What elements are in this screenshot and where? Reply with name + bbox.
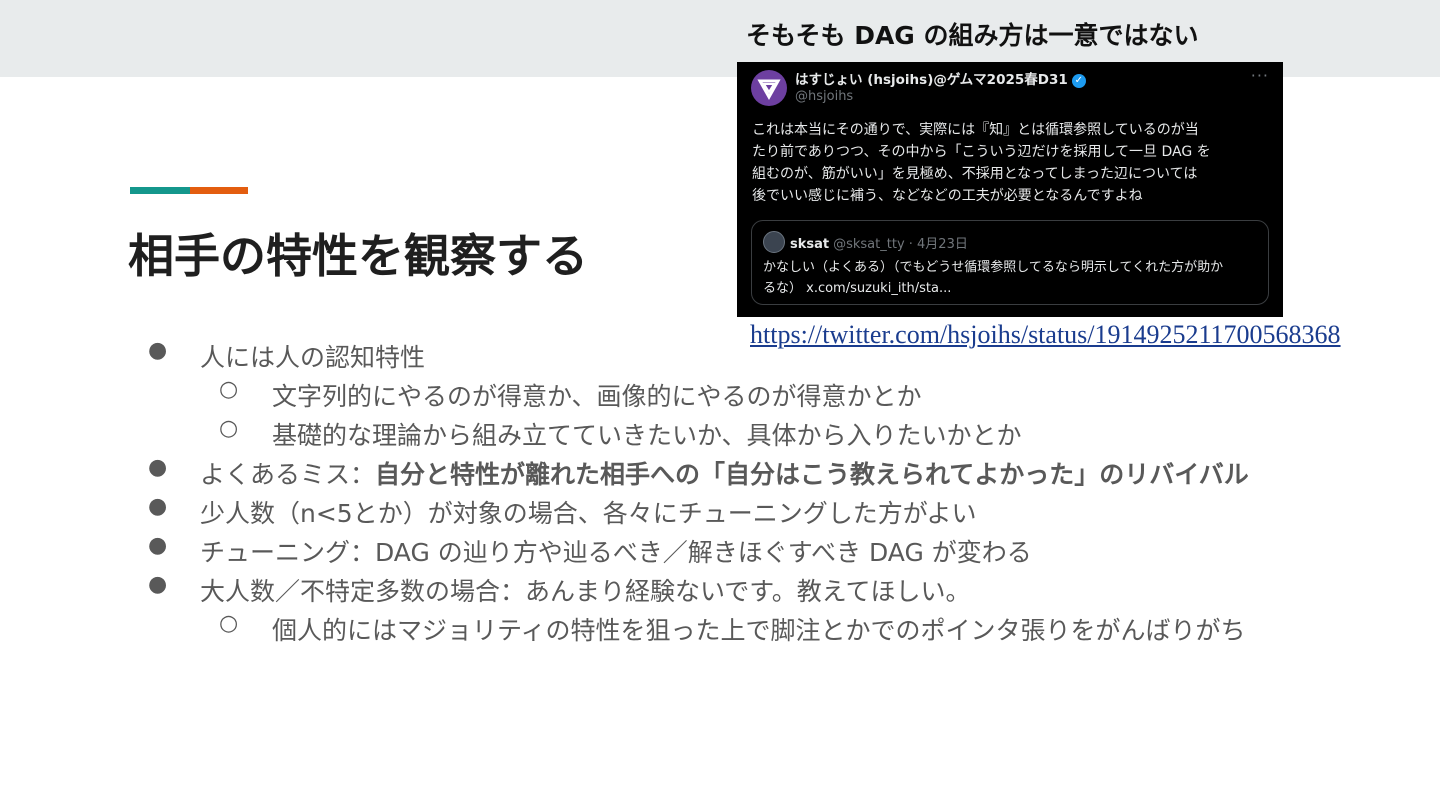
avatar (751, 70, 787, 106)
list-item-emphasis: 自分と特性が離れた相手への「自分はこう教えられてよかった」のリバイバル (375, 460, 1249, 489)
quote-body-line: るな） x.com/suzuki_ith/sta... (763, 281, 952, 296)
avatar-logo-icon (757, 79, 781, 101)
quoted-tweet: sksat @sksat_tty · 4月23日 かなしい（よくある）（でもどうせ… (751, 220, 1269, 305)
quote-handle-date: @sksat_tty · 4月23日 (833, 237, 968, 252)
tweet-body-line: これは本当にその通りで、実際には『知』とは循環参照しているのが当 (752, 122, 1199, 138)
quote-body-line: かなしい（よくある）（でもどうせ循環参照してるなら明示してくれた方が助か (763, 260, 1224, 275)
slide-title: 相手の特性を観察する (128, 229, 588, 283)
list-item-text: 文字列的にやるのが得意か、画像的にやるのが得意かとか (272, 382, 922, 411)
tweet-body-line: 後でいい感じに補う、などなどの工夫が必要となるんですよね (752, 188, 1143, 204)
screenshot-caption: そもそも DAG の組み方は一意ではない (746, 21, 1199, 50)
list-item-text: よくあるミス：自分と特性が離れた相手への「自分はこう教えられてよかった」のリバイ… (200, 455, 1249, 491)
tweet-author-name: はすじょい (hsjoihs)@ゲムマ2025春D31 ✓ (795, 68, 1086, 88)
quote-header: sksat @sksat_tty · 4月23日 (790, 233, 968, 252)
quote-author-name: sksat (790, 237, 830, 252)
list-item-text: 基礎的な理論から組み立てていきたいか、具体から入りたいかとか (272, 421, 1022, 450)
bullet-marker: ● (148, 338, 168, 363)
tweet-body-line: たり前でありつつ、その中から「こういう辺だけを採用して一旦 DAG を (752, 144, 1211, 160)
sub-bullet-marker: ○ (219, 377, 239, 402)
title-accent-orange (190, 187, 248, 194)
tweet-body-line: 組むのが、筋がいい」を見極め、不採用となってしまった辺については (752, 166, 1198, 182)
tweet-author-name-text: はすじょい (hsjoihs)@ゲムマ2025春D31 (795, 72, 1068, 88)
tweet-link[interactable]: https://twitter.com/hsjoihs/status/19149… (750, 320, 1341, 350)
list-item-text: 人には人の認知特性 (200, 343, 426, 372)
ellipsis-icon: ··· (1250, 66, 1269, 85)
quote-avatar (763, 231, 785, 253)
list-item-text: 個人的にはマジョリティの特性を狙った上で脚注とかでのポインタ張りをがんばりがち (272, 616, 1246, 645)
quote-body: かなしい（よくある）（でもどうせ循環参照してるなら明示してくれた方が助か るな）… (763, 257, 1259, 299)
list-item-text: チューニング：DAG の辿り方や辿るべき／解きほぐすべき DAG が変わる (200, 538, 1032, 567)
title-accent-teal (130, 187, 190, 194)
sub-bullet-marker: ○ (219, 611, 239, 636)
bullet-marker: ● (148, 533, 168, 558)
bullet-marker: ● (148, 494, 168, 519)
sub-bullet-marker: ○ (219, 416, 239, 441)
tweet-screenshot: はすじょい (hsjoihs)@ゲムマ2025春D31 ✓ @hsjoihs ··… (737, 62, 1283, 317)
bullet-marker: ● (148, 572, 168, 597)
tweet-author-handle: @hsjoihs (795, 89, 854, 104)
tweet-body: これは本当にその通りで、実際には『知』とは循環参照しているのが当 たり前でありつ… (752, 119, 1274, 207)
verified-badge-icon: ✓ (1071, 74, 1086, 88)
list-item-text: 大人数／不特定多数の場合：あんまり経験ないです。教えてほしい。 (200, 577, 971, 606)
list-item-prefix: よくあるミス： (200, 460, 376, 489)
list-item-text: 少人数（n<5とか）が対象の場合、各々にチューニングした方がよい (200, 499, 977, 528)
bullet-marker: ● (148, 455, 168, 480)
